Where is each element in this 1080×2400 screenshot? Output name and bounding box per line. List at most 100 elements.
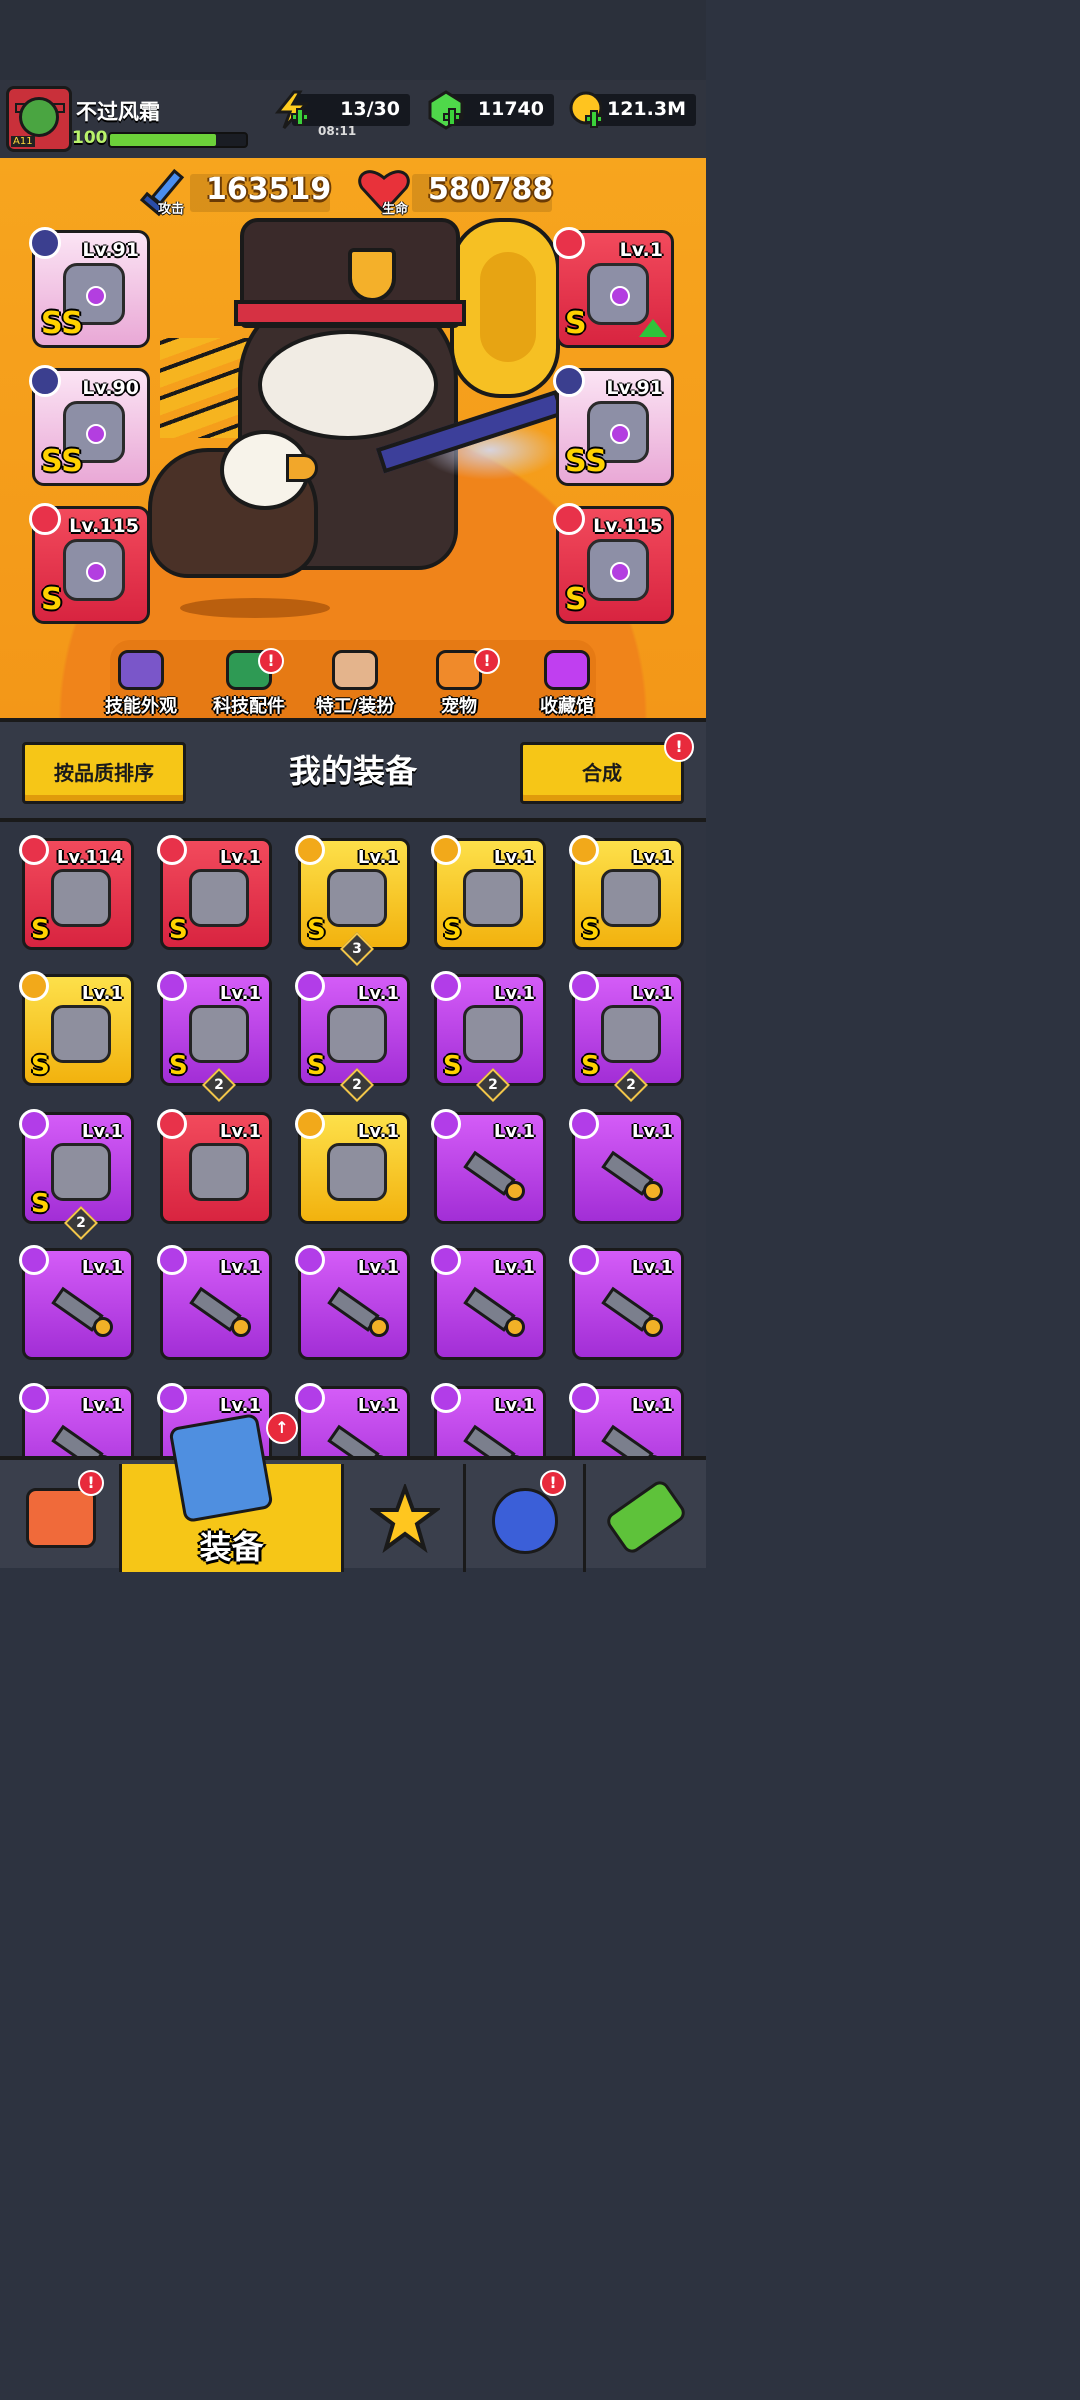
equip-slot-armor[interactable]: Lv.1 S [553,227,674,348]
item-grade: S [31,915,50,945]
player-avatar[interactable]: A11 [6,86,72,152]
equipment-icon [168,1412,274,1524]
equip-slot-necklace[interactable]: Lv.90 SS [29,365,150,486]
category-tech-parts[interactable]: 科技配件 ! [194,648,304,718]
inventory-item[interactable]: Lv.1 [19,1245,134,1360]
inventory-item[interactable]: Lv.1 [431,1245,546,1360]
inventory-item[interactable]: Lv.1 [295,1245,410,1360]
panel-title: 我的装备 [288,752,417,790]
attack-label: 攻击 [158,202,185,217]
kunai-icon [189,1279,251,1337]
category-collection[interactable]: 收藏馆 [512,650,622,718]
inventory-item[interactable]: Lv.1 S [569,835,684,950]
item-slot-icon [19,1383,49,1413]
equip-slot-boots[interactable]: Lv.115 S [553,503,674,624]
stack-count-badge: 2 [202,1068,236,1102]
nav-tab-events[interactable]: ! [466,1464,586,1572]
item-level: Lv.114 [56,847,123,868]
category-agent-outfit[interactable]: 特工/装扮 [300,650,410,718]
inventory-item[interactable]: Lv.1 [295,1109,410,1224]
gear-item-icon [327,1005,387,1063]
item-level: Lv.1 [357,1257,399,1278]
gloves-item-icon [63,539,125,601]
inventory-item[interactable]: Lv.1 S [431,835,546,950]
category-skill-skins[interactable]: 技能外观 [86,650,196,718]
equip-slot-belt[interactable]: Lv.91 SS [553,365,674,486]
item-level: Lv.1 [219,1257,261,1278]
inventory-item[interactable]: Lv.1 [431,1383,546,1456]
inventory-item[interactable]: Lv.1 [157,1245,272,1360]
kunai-icon [51,1417,113,1456]
inventory-item[interactable]: Lv.1 S 2 [19,1109,134,1240]
kunai-icon [463,1279,525,1337]
inventory-item[interactable]: Lv.1 S 2 [431,971,546,1102]
kunai-icon [601,1279,663,1337]
item-slot-icon [19,971,49,1001]
alert-badge: ! [540,1470,566,1496]
nav-tab-shop[interactable]: ! [0,1464,122,1572]
item-level: Lv.1 [493,1121,535,1142]
equip-level: Lv.91 [606,377,663,399]
lab-icon [603,1477,689,1557]
stack-count-badge: 3 [340,932,374,966]
alert-badge: ! [474,648,500,674]
sort-by-quality-button[interactable]: 按品质排序 [22,742,186,804]
boots-slot-icon [553,503,585,535]
gear-item-icon [51,869,111,927]
item-level: Lv.1 [631,1395,673,1416]
player-name: 不过风霜 [76,100,160,124]
gloves-slot-icon [29,503,61,535]
weapon-slot-icon [29,227,61,259]
nav-tab-equipment[interactable]: ↑ 装备 [122,1412,344,1572]
item-slot-icon [569,835,599,865]
category-pets[interactable]: 宠物 ! [404,648,514,718]
boots-item-icon [587,539,649,601]
stack-count: 3 [352,941,362,957]
inventory-item[interactable]: Lv.1 S 2 [157,971,272,1102]
inventory-item[interactable]: Lv.1 S 2 [295,971,410,1102]
gem-value: 11740 [477,98,544,120]
inventory-item[interactable]: Lv.114 S [19,835,134,950]
inventory-item[interactable]: Lv.1 [19,1383,134,1456]
inventory-item[interactable]: Lv.1 [157,1109,272,1224]
item-slot-icon [157,1245,187,1275]
equip-slot-weapon[interactable]: Lv.91 SS [29,227,150,348]
inventory-item[interactable]: Lv.1 [569,1383,684,1456]
inventory-item[interactable]: Lv.1 S 3 [295,835,410,966]
talent-star-icon [370,1484,440,1554]
item-slot-icon [295,1109,325,1139]
avatar-face [19,97,59,137]
item-slot-icon [295,1383,325,1413]
inventory-item[interactable]: Lv.1 [431,1109,546,1224]
item-level: Lv.1 [357,847,399,868]
inventory-item[interactable]: Lv.1 S [157,835,272,950]
category-label: 收藏馆 [540,696,594,717]
item-level: Lv.1 [631,1121,673,1142]
inventory-item[interactable]: Lv.1 [295,1383,410,1456]
item-slot-icon [295,971,325,1001]
equip-slot-gloves[interactable]: Lv.115 S [29,503,150,624]
item-level: Lv.1 [493,1395,535,1416]
nav-tab-talents[interactable] [344,1464,466,1572]
hp-value: 580788 [428,172,554,207]
merge-button[interactable]: 合成 [520,742,684,804]
hero-display: 攻击 163519 生命 580788 Lv.91 SS Lv.1 S Lv.9… [0,158,706,718]
item-grade: S [169,1051,188,1081]
category-label: 科技配件 [213,696,285,717]
item-slot-icon [569,1383,599,1413]
inventory-item[interactable]: Lv.1 S [19,971,134,1086]
gear-item-icon [463,869,523,927]
equip-level: Lv.115 [69,515,139,537]
xp-bar [108,132,248,148]
item-level: Lv.1 [357,1121,399,1142]
inventory-item[interactable]: Lv.1 [569,1245,684,1360]
inventory-item[interactable]: Lv.1 S 2 [569,971,684,1102]
inventory-item[interactable]: Lv.1 [569,1109,684,1224]
kunai-icon [601,1143,663,1201]
belt-slot-icon [553,365,585,397]
equip-level: Lv.90 [82,377,139,399]
stack-count-badge: 2 [614,1068,648,1102]
nav-tab-lab[interactable] [586,1464,706,1572]
item-level: Lv.1 [357,983,399,1004]
item-slot-icon [431,1109,461,1139]
